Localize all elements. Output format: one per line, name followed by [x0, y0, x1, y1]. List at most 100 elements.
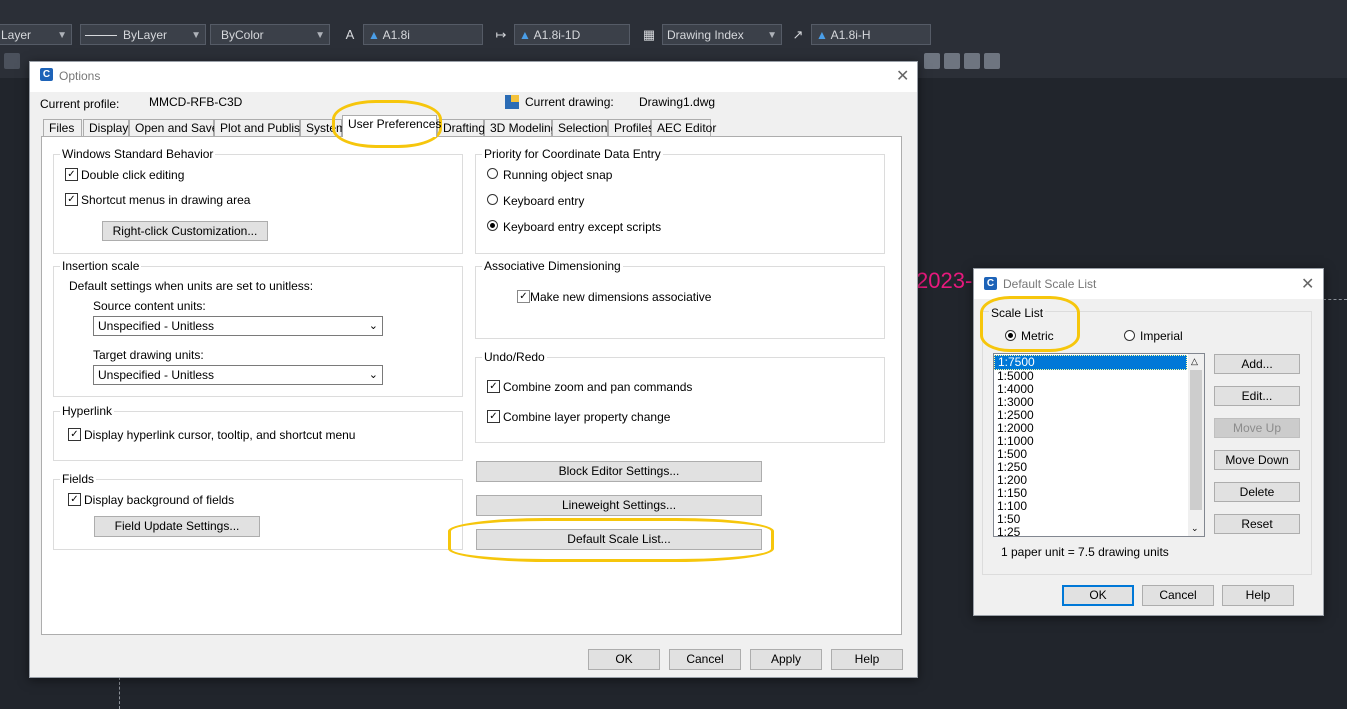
options-title: Options: [59, 69, 101, 83]
source-units-label: Source content units:: [93, 299, 206, 313]
close-icon[interactable]: ✕: [896, 66, 909, 86]
tab-3d-modeling[interactable]: 3D Modeling: [484, 119, 557, 136]
imperial-label: Imperial: [1140, 329, 1183, 343]
scale-listbox[interactable]: 1:7500 1:5000 1:4000 1:3000 1:2500 1:2000 1:10…: [993, 353, 1205, 537]
associative-label: Make new dimensions associative: [530, 290, 712, 304]
combine-zoom-label: Combine zoom and pan commands: [503, 380, 693, 394]
move-down-button[interactable]: Move Down: [1214, 450, 1300, 470]
source-units-select[interactable]: Unspecified - Unitless ⌄: [93, 316, 383, 336]
add-button[interactable]: Add...: [1214, 354, 1300, 374]
tab-drafting[interactable]: Drafting: [437, 119, 485, 136]
layer-combo[interactable]: Layer ▼: [0, 24, 72, 45]
tab-plot-and-publish[interactable]: Plot and Publish: [214, 119, 307, 136]
running-object-snap-label: Running object snap: [503, 168, 613, 182]
tab-open-and-save[interactable]: Open and Save: [129, 119, 218, 136]
tab-user-preferences[interactable]: User Preferences: [342, 115, 441, 137]
block-editor-settings-button[interactable]: Block Editor Settings...: [476, 461, 762, 482]
linetype-combo[interactable]: ByLayer ▼: [80, 24, 206, 45]
scale-dialog-titlebar: C Default Scale List ✕: [974, 269, 1323, 299]
delete-button[interactable]: Delete: [1214, 482, 1300, 502]
tool-icon[interactable]: [944, 53, 960, 69]
scale-list-item[interactable]: 1:100: [994, 500, 1187, 513]
scale-list-item[interactable]: 1:50: [994, 513, 1187, 526]
fields-background-checkbox[interactable]: ✓: [68, 493, 81, 506]
dim-style-icon[interactable]: ↦: [492, 24, 510, 45]
move-up-button[interactable]: Move Up: [1214, 418, 1300, 438]
chevron-down-icon: ▼: [315, 30, 325, 41]
scale-list-item[interactable]: 1:7500: [994, 355, 1187, 370]
chevron-down-icon: ⌄: [368, 320, 378, 332]
dim-style-combo-value: A1.8i-1D: [533, 28, 581, 42]
keyboard-except-scripts-radio[interactable]: [487, 220, 498, 231]
target-units-select[interactable]: Unspecified - Unitless ⌄: [93, 365, 383, 385]
mleader-style-icon[interactable]: ↗: [789, 24, 807, 45]
properties-toolbar-row: Layer ▼ ByLayer ▼ ByColor ▼ A ▲ A1.8i ↦ ▲ A…: [0, 22, 940, 48]
lineweight-settings-button[interactable]: Lineweight Settings...: [476, 495, 762, 516]
dim-style-combo[interactable]: ▲ A1.8i-1D: [514, 24, 630, 45]
options-cancel-button[interactable]: Cancel: [669, 649, 741, 670]
text-style-combo[interactable]: ▲ A1.8i: [363, 24, 483, 45]
scrollbar-thumb[interactable]: [1190, 370, 1202, 510]
double-click-checkbox[interactable]: ✓: [65, 168, 78, 181]
chevron-down-icon[interactable]: ⌄: [1191, 523, 1199, 534]
table-style-combo-value: Drawing Index: [667, 28, 744, 42]
annotative-icon: ▲: [368, 28, 380, 42]
tab-files[interactable]: Files: [43, 119, 82, 136]
current-drawing-label: Current drawing:: [525, 95, 614, 109]
tool-icon[interactable]: [964, 53, 980, 69]
linetype-combo-value: ByLayer: [123, 28, 168, 42]
scale-cancel-button[interactable]: Cancel: [1142, 585, 1214, 606]
mleader-style-combo[interactable]: ▲ A1.8i-H: [811, 24, 931, 45]
associative-checkbox[interactable]: ✓: [517, 290, 530, 303]
edit-button[interactable]: Edit...: [1214, 386, 1300, 406]
reset-button[interactable]: Reset: [1214, 514, 1300, 534]
options-apply-button[interactable]: Apply: [750, 649, 822, 670]
tool-icon[interactable]: [4, 53, 20, 69]
tab-profiles[interactable]: Profiles: [608, 119, 654, 136]
scale-help-button[interactable]: Help: [1222, 585, 1294, 606]
insertion-default-text: Default settings when units are set to u…: [69, 279, 314, 293]
tab-aec-editor[interactable]: AEC Editor: [651, 119, 716, 136]
field-update-settings-button[interactable]: Field Update Settings...: [94, 516, 260, 537]
combine-zoom-checkbox[interactable]: ✓: [487, 380, 500, 393]
mleader-style-combo-value: A1.8i-H: [830, 28, 871, 42]
group-title: Fields: [60, 472, 97, 486]
options-help-button[interactable]: Help: [831, 649, 903, 670]
current-drawing-value: Drawing1.dwg: [639, 95, 716, 109]
scale-list-item[interactable]: 1:25: [994, 526, 1187, 537]
table-style-combo[interactable]: Drawing Index ▼: [662, 24, 782, 45]
tab-display[interactable]: Display: [83, 119, 129, 136]
color-combo[interactable]: ByColor ▼: [210, 24, 330, 45]
combine-layer-label: Combine layer property change: [503, 410, 671, 424]
group-title: Undo/Redo: [482, 350, 547, 364]
double-click-label: Double click editing: [81, 168, 185, 182]
text-style-icon[interactable]: A: [341, 24, 359, 45]
undo-redo-group: Undo/Redo: [475, 350, 885, 443]
chevron-up-icon[interactable]: △: [1191, 356, 1198, 367]
table-style-icon[interactable]: ▦: [640, 24, 658, 45]
shortcut-menus-checkbox[interactable]: ✓: [65, 193, 78, 206]
tab-selection[interactable]: Selection: [552, 119, 608, 136]
target-units-value: Unspecified - Unitless: [98, 368, 215, 382]
imperial-radio[interactable]: [1124, 330, 1135, 341]
tool-icon[interactable]: [984, 53, 1000, 69]
group-title: Hyperlink: [60, 404, 115, 418]
hyperlink-label: Display hyperlink cursor, tooltip, and s…: [84, 428, 356, 442]
scale-ok-button[interactable]: OK: [1062, 585, 1134, 606]
running-object-snap-radio[interactable]: [487, 168, 498, 179]
right-click-customization-button[interactable]: Right-click Customization...: [102, 221, 268, 241]
target-units-label: Target drawing units:: [93, 348, 204, 362]
group-title: Priority for Coordinate Data Entry: [482, 147, 663, 161]
options-ok-button[interactable]: OK: [588, 649, 660, 670]
keyboard-entry-radio[interactable]: [487, 194, 498, 205]
hyperlink-checkbox[interactable]: ✓: [68, 428, 81, 441]
current-profile-value: MMCD-RFB-C3D: [149, 95, 243, 109]
keyboard-entry-label: Keyboard entry: [503, 194, 585, 208]
chevron-down-icon: ⌄: [368, 369, 378, 381]
combine-layer-checkbox[interactable]: ✓: [487, 410, 500, 423]
tool-icon[interactable]: [924, 53, 940, 69]
scrollbar[interactable]: △ ⌄: [1188, 354, 1204, 536]
color-combo-value: ByColor: [221, 28, 264, 42]
close-icon[interactable]: ✕: [1301, 274, 1314, 294]
text-style-combo-value: A1.8i: [382, 28, 410, 42]
